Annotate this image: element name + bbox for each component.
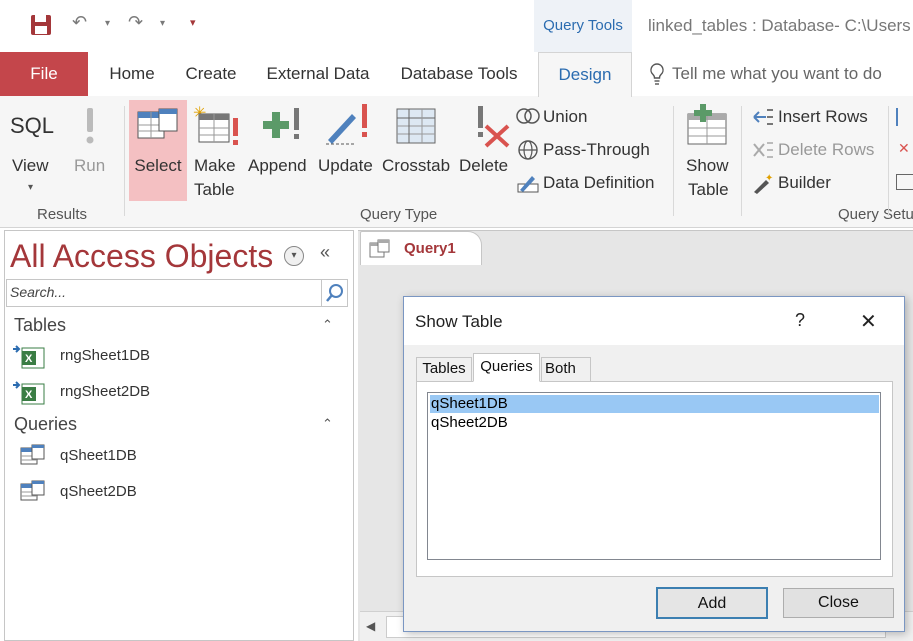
delete-icon [472,104,512,153]
return-icon[interactable] [896,174,913,190]
redo-icon[interactable]: ↷ [128,12,143,33]
undo-dropdown-icon[interactable]: ▾ [105,18,110,29]
tell-me-input[interactable]: Tell me what you want to do [672,64,882,84]
search-icon[interactable] [321,280,347,306]
lightbulb-icon [648,62,666,86]
query-icon [20,444,46,471]
close-button[interactable]: Close [783,588,894,618]
nav-pane-menu-icon[interactable]: ▾ [284,246,304,266]
tab-file[interactable]: File [0,52,88,96]
show-table-label-2[interactable]: Table [688,178,729,202]
pass-through-button[interactable]: Pass-Through [543,139,650,161]
search-placeholder: Search... [10,284,67,300]
delete-rows-icon [752,140,774,165]
separator [888,106,889,216]
nav-item-rngsheet1db[interactable]: rngSheet1DB [60,347,150,364]
delete-button[interactable]: Delete [459,154,508,178]
results-group-label: Results [37,206,88,223]
select-label: Select [134,156,182,175]
ribbon: SQL View ▾ Run Results Select ✳ Make Tab… [0,96,913,228]
select-icon [137,108,179,145]
run-button[interactable]: Run [74,154,105,178]
tab-external-data[interactable]: External Data [256,52,380,96]
separator [741,106,742,216]
show-table-dialog: Show Table ? ✕ Tables Queries Both qShee… [403,296,905,632]
dialog-title-bar[interactable]: Show Table ? ✕ [404,297,904,345]
dialog-tab-queries[interactable]: Queries [473,353,540,382]
tab-home[interactable]: Home [98,52,166,96]
tab-create[interactable]: Create [176,52,246,96]
crosstab-button[interactable]: Crosstab [382,154,450,178]
append-icon [260,106,304,151]
list-item[interactable]: qSheet1DB [430,395,879,413]
data-definition-button[interactable]: Data Definition [543,172,655,194]
nav-item-qsheet1db[interactable]: qSheet1DB [60,447,137,464]
query-tab[interactable]: Query1 [360,231,482,265]
separator [673,106,674,216]
sql-icon[interactable]: SQL [10,114,54,138]
query-list[interactable]: qSheet1DB qSheet2DB [427,392,881,560]
make-table-label-1[interactable]: Make [194,154,236,178]
insert-rows-icon [752,107,774,132]
help-button[interactable]: ? [795,310,805,331]
customize-qat-icon[interactable]: ▾ [190,16,196,29]
search-input[interactable]: Search... [6,279,348,307]
show-table-icon [684,104,730,151]
query-icon [20,480,46,507]
linked-excel-table-icon: X [12,343,46,376]
builder-button[interactable]: Builder [778,172,831,194]
tab-database-tools[interactable]: Database Tools [390,52,528,96]
collapse-queries-icon[interactable]: ⌃ [322,416,333,432]
crosstab-icon [396,108,436,149]
delete-rows-button[interactable]: Delete Rows [778,139,874,161]
tab-design[interactable]: Design [538,52,632,97]
collapse-tables-icon[interactable]: ⌃ [322,317,333,333]
union-button[interactable]: Union [543,106,587,128]
redo-dropdown-icon[interactable]: ▾ [160,18,165,29]
list-item[interactable]: qSheet2DB [430,414,879,432]
dialog-title: Show Table [415,312,503,331]
run-icon [84,106,96,146]
view-button[interactable]: View [12,154,49,178]
pass-through-icon [517,139,539,166]
queries-group-header[interactable]: Queries [14,414,77,435]
close-icon[interactable]: ✕ [860,309,877,334]
nav-item-qsheet2db[interactable]: qSheet2DB [60,483,137,500]
context-tab-label: Query Tools [534,0,632,52]
make-table-label-2[interactable]: Table [194,178,235,202]
builder-icon: ✦ [752,172,774,199]
svg-text:X: X [25,353,33,365]
query-tab-label: Query1 [404,240,456,257]
linked-excel-table-icon: X [12,379,46,412]
nav-pane-title[interactable]: All Access Objects [10,238,273,275]
view-dropdown-icon[interactable]: ▾ [28,182,33,193]
query-tab-icon [369,239,391,264]
add-button[interactable]: Add [656,587,768,619]
separator [124,106,125,216]
svg-text:X: X [25,389,33,401]
save-icon[interactable] [30,14,52,36]
window-title: linked_tables : Database- C:\Users [648,16,911,35]
update-icon [324,102,372,151]
dialog-tab-tables[interactable]: Tables [416,357,472,381]
dialog-tab-both[interactable]: Both [541,357,591,381]
insert-rows-button[interactable]: Insert Rows [778,106,868,128]
delete-columns-icon[interactable]: ✕ [898,140,910,157]
tables-group-header[interactable]: Tables [14,315,66,336]
data-definition-icon [517,172,539,199]
scroll-left-icon[interactable]: ◀ [366,619,375,633]
query-type-group-label: Query Type [360,206,438,223]
nav-item-rngsheet2db[interactable]: rngSheet2DB [60,383,150,400]
update-button[interactable]: Update [318,154,373,178]
undo-icon[interactable]: ↶ [72,12,87,33]
insert-columns-icon[interactable] [896,108,913,126]
union-icon [516,107,540,130]
shutter-bar-close-icon[interactable]: « [320,242,330,263]
show-table-label-1[interactable]: Show [686,154,729,178]
query-setup-group-label: Query Setu [838,206,913,223]
append-button[interactable]: Append [248,154,307,178]
svg-text:✦: ✦ [765,173,773,184]
make-table-icon: ✳ [193,104,241,153]
